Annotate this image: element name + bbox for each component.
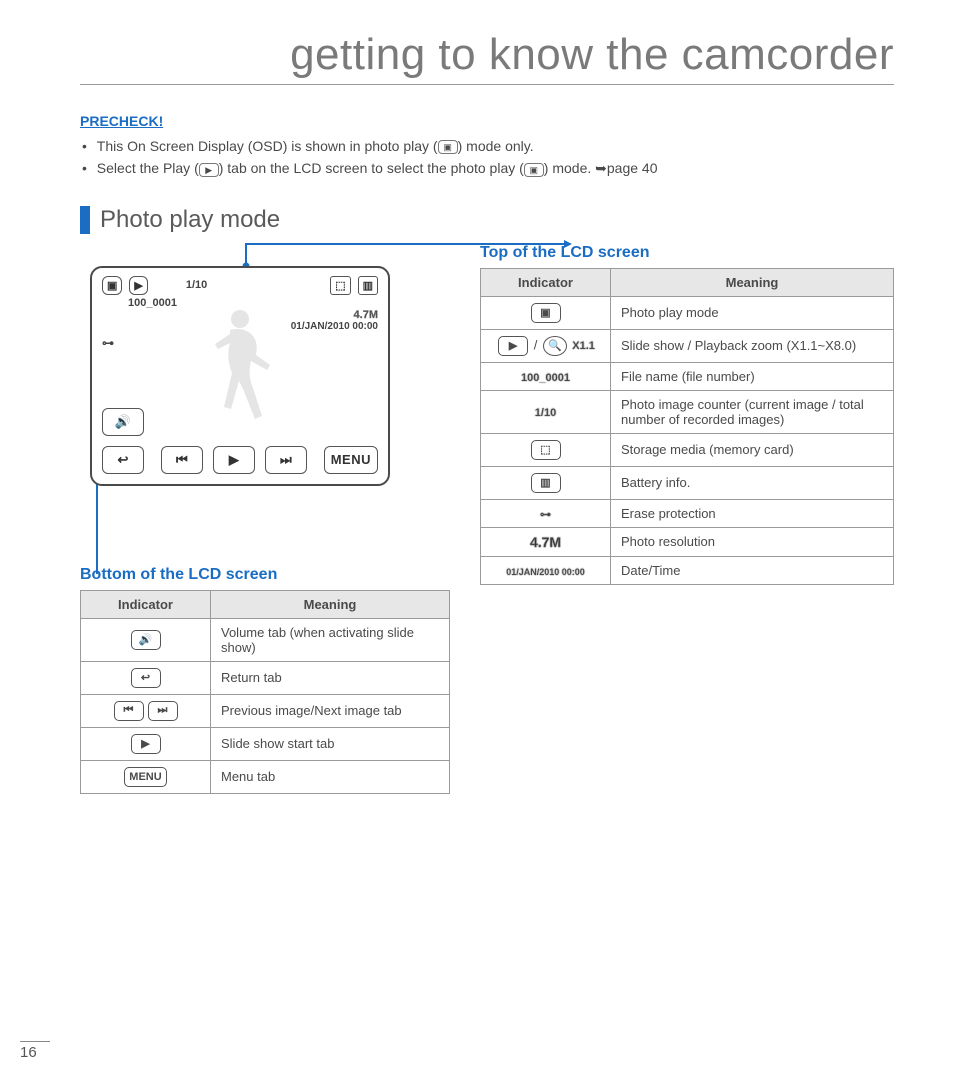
precheck-text: ) mode only. — [458, 138, 534, 154]
meaning-cell: Return tab — [211, 661, 450, 694]
precheck-item: Select the Play (▶) tab on the LCD scree… — [80, 157, 894, 179]
meaning-cell: Slide show start tab — [211, 727, 450, 760]
volume-icon: 🔊 — [102, 408, 144, 436]
battery-icon: ▥ — [531, 473, 561, 493]
top-indicator-table: Indicator Meaning ▣ Photo play mode ▶ / … — [480, 268, 894, 585]
top-table-title: Top of the LCD screen — [480, 244, 894, 262]
zoom-label: X1.1 — [572, 340, 595, 352]
meaning-cell: File name (file number) — [611, 362, 894, 390]
meaning-cell: Volume tab (when activating slide show) — [211, 618, 450, 661]
meaning-cell: Storage media (memory card) — [611, 433, 894, 466]
lcd-datetime: 01/JAN/2010 00:00 — [291, 321, 378, 332]
precheck-text: This On Screen Display (OSD) is shown in… — [97, 138, 438, 154]
table-header: Meaning — [211, 590, 450, 618]
table-row: ↩ Return tab — [81, 661, 450, 694]
table-row: ⊶ Erase protection — [481, 499, 894, 527]
table-row: MENU Menu tab — [81, 760, 450, 793]
meaning-cell: Previous image/Next image tab — [211, 694, 450, 727]
table-header: Indicator — [81, 590, 211, 618]
photo-play-icon: ▣ — [524, 163, 544, 177]
key-icon: ⊶ — [102, 336, 114, 350]
precheck-item: This On Screen Display (OSD) is shown in… — [80, 135, 894, 157]
meaning-cell: Slide show / Playback zoom (X1.1~X8.0) — [611, 329, 894, 362]
previous-icon: ⏮ — [161, 446, 203, 474]
lcd-counter: 1/10 — [186, 279, 207, 291]
slideshow-start-icon: ▶ — [131, 734, 161, 754]
return-icon: ↩ — [102, 446, 144, 474]
photo-play-icon: ▣ — [102, 276, 122, 295]
page-number: 16 — [20, 1041, 50, 1061]
precheck-label: PRECHECK! — [80, 113, 894, 129]
slideshow-icon: ▶ — [498, 336, 528, 356]
slideshow-start-icon: ▶ — [213, 446, 255, 474]
table-row: ▶ / 🔍 X1.1 Slide show / Playback zoom (X… — [481, 329, 894, 362]
meaning-cell: Menu tab — [211, 760, 450, 793]
bottom-table-title: Bottom of the LCD screen — [80, 566, 450, 584]
return-icon: ↩ — [131, 668, 161, 688]
precheck-list: This On Screen Display (OSD) is shown in… — [80, 135, 894, 180]
key-icon: ⊶ — [540, 508, 551, 521]
resolution-indicator: 4.7M — [530, 534, 561, 550]
menu-icon: MENU — [124, 767, 166, 787]
bottom-indicator-table: Indicator Meaning 🔊 Volume tab (when act… — [80, 590, 450, 794]
battery-icon: ▥ — [358, 276, 378, 295]
meaning-cell: Photo image counter (current image / tot… — [611, 390, 894, 433]
table-row: ▥ Battery info. — [481, 466, 894, 499]
meaning-cell: Photo play mode — [611, 296, 894, 329]
table-row: ▶ Slide show start tab — [81, 727, 450, 760]
page-title: getting to know the camcorder — [80, 30, 894, 85]
volume-icon: 🔊 — [131, 630, 161, 650]
card-icon: ⬚ — [531, 440, 561, 460]
menu-button-icon: MENU — [324, 446, 378, 474]
section-title: Photo play mode — [80, 206, 894, 234]
table-header: Meaning — [611, 268, 894, 296]
precheck-text: ) tab on the LCD screen to select the ph… — [219, 160, 524, 176]
previous-icon: ⏮ — [114, 701, 144, 721]
counter-indicator: 1/10 — [535, 407, 556, 419]
meaning-cell: Erase protection — [611, 499, 894, 527]
lcd-resolution: 4.7M — [354, 309, 378, 321]
card-icon: ⬚ — [330, 276, 350, 295]
photo-play-icon: ▣ — [531, 303, 561, 323]
next-icon: ⏭ — [265, 446, 307, 474]
table-row: 01/JAN/2010 00:00 Date/Time — [481, 556, 894, 584]
table-header: Indicator — [481, 268, 611, 296]
table-row: 100_0001 File name (file number) — [481, 362, 894, 390]
lcd-filename: 100_0001 — [128, 297, 177, 309]
meaning-cell: Photo resolution — [611, 527, 894, 556]
zoom-icon: 🔍 — [543, 336, 567, 356]
next-icon: ⏭ — [148, 701, 178, 721]
precheck-text: Select the Play ( — [97, 160, 199, 176]
table-row: ⏮⏭ Previous image/Next image tab — [81, 694, 450, 727]
meaning-cell: Date/Time — [611, 556, 894, 584]
page-ref: ➥page 40 — [595, 160, 657, 176]
filename-indicator: 100_0001 — [521, 372, 570, 384]
table-row: 🔊 Volume tab (when activating slide show… — [81, 618, 450, 661]
photo-play-icon: ▣ — [438, 140, 458, 154]
datetime-indicator: 01/JAN/2010 00:00 — [506, 567, 585, 577]
table-row: ▣ Photo play mode — [481, 296, 894, 329]
table-row: 1/10 Photo image counter (current image … — [481, 390, 894, 433]
play-tab-icon: ▶ — [199, 163, 219, 177]
lcd-preview: ▣ ▶ 1/10 ⬚ ▥ 100_0001 4.7M 01/JAN/2010 0… — [90, 266, 390, 486]
slideshow-icon: ▶ — [129, 276, 147, 295]
table-row: 4.7M Photo resolution — [481, 527, 894, 556]
meaning-cell: Battery info. — [611, 466, 894, 499]
table-row: ⬚ Storage media (memory card) — [481, 433, 894, 466]
precheck-text: ) mode. — [544, 160, 595, 176]
